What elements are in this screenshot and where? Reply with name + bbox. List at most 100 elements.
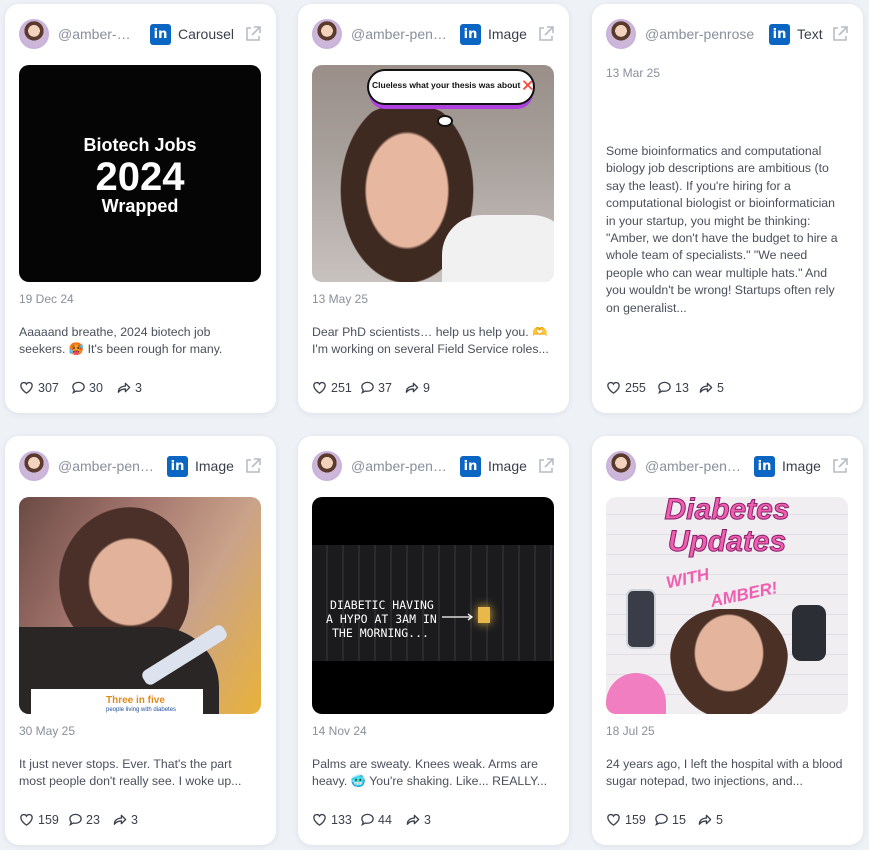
- comments-count: 30: [89, 381, 103, 395]
- external-link-icon[interactable]: [244, 25, 262, 43]
- share-icon: [699, 382, 713, 393]
- share-icon: [117, 382, 131, 393]
- linkedin-icon: in: [754, 456, 775, 477]
- external-link-icon[interactable]: [244, 457, 262, 475]
- post-media-image[interactable]: Diabetes Updates WITH AMBER!: [606, 497, 848, 714]
- post-media-carousel[interactable]: Biotech Jobs 2024 Wrapped: [19, 65, 261, 282]
- heart-icon: [313, 813, 326, 826]
- post-date: 13 May 25: [312, 292, 369, 306]
- photo-shirt: [442, 215, 554, 282]
- comment-icon: [69, 813, 82, 827]
- video-caption-line1: DIABETIC HAVING: [330, 598, 434, 612]
- media-title-line4: AMBER!: [708, 578, 780, 611]
- comments-count: 44: [378, 813, 392, 827]
- post-type-label: Carousel: [178, 26, 235, 42]
- post-card[interactable]: @amber-penrose in Image Three in five pe…: [5, 436, 276, 845]
- author-handle: @amber-penrose: [645, 458, 745, 474]
- author-handle: @amber-penrose: [351, 458, 451, 474]
- avatar: [312, 451, 342, 481]
- shares-count: 9: [423, 381, 430, 395]
- likes-count: 307: [38, 381, 59, 395]
- post-header: @amber-penrose in Carousel: [19, 19, 262, 49]
- linkedin-icon: in: [460, 24, 481, 45]
- media-title-line1: Diabetes: [664, 497, 790, 527]
- avatar: [19, 451, 49, 481]
- post-card[interactable]: @amber-penrose in Image DIABETIC HAVING …: [298, 436, 569, 845]
- avatar: [606, 451, 636, 481]
- post-text: Some bioinformatics and computational bi…: [606, 144, 838, 315]
- heart-icon: [20, 381, 33, 394]
- avatar: [19, 19, 49, 49]
- comment-icon: [658, 381, 671, 395]
- comment-icon: [655, 813, 668, 827]
- avatar: [606, 19, 636, 49]
- post-type-label: Image: [782, 458, 821, 474]
- heart-icon: [313, 381, 326, 394]
- post-date: 14 Nov 24: [312, 724, 367, 738]
- photo-person: [670, 609, 788, 714]
- comments-count: 37: [378, 381, 392, 395]
- post-card[interactable]: @amber-penrose in Image Clueless what yo…: [298, 4, 569, 413]
- post-date: 30 May 25: [19, 724, 76, 738]
- likes-count: 159: [38, 813, 59, 827]
- linkedin-icon: in: [167, 456, 188, 477]
- comments-count: 13: [675, 381, 689, 395]
- comment-icon: [72, 381, 85, 395]
- comment-icon: [361, 813, 374, 827]
- post-text: Dear PhD scientists… help us help you. 🫶…: [312, 325, 549, 357]
- shares-count: 3: [131, 813, 138, 827]
- external-link-icon[interactable]: [537, 25, 555, 43]
- post-date: 19 Dec 24: [19, 292, 74, 306]
- post-media-image[interactable]: Clueless what your thesis was about ❌: [312, 65, 554, 282]
- shares-count: 3: [424, 813, 431, 827]
- external-link-icon[interactable]: [831, 457, 849, 475]
- share-icon: [405, 382, 419, 393]
- video-caption-line3: THE MORNING...: [332, 626, 429, 640]
- post-date: 13 Mar 25: [606, 66, 661, 80]
- post-text: It just never stops. Ever. That's the pa…: [19, 757, 242, 789]
- shares-count: 3: [135, 381, 142, 395]
- thought-bubble-dot: [437, 115, 453, 127]
- media-title-line1: Biotech Jobs: [83, 135, 197, 155]
- author-handle: @amber-penrose: [58, 26, 138, 42]
- photo-device: [792, 605, 826, 661]
- post-card[interactable]: @amber-penrose in Image Diabetes Updates…: [592, 436, 863, 845]
- post-type-label: Image: [488, 458, 527, 474]
- media-title-line3: Wrapped: [101, 196, 179, 216]
- shares-count: 5: [717, 381, 724, 395]
- post-header: @amber-penrose in Image: [19, 451, 262, 481]
- author-handle: @amber-penrose: [351, 26, 451, 42]
- video-caption-line2: A HYPO AT 3AM IN: [326, 612, 437, 626]
- infographic-headline: Three in five: [106, 695, 165, 706]
- author-handle: @amber-penrose: [645, 26, 755, 42]
- post-type-label: Image: [195, 458, 234, 474]
- likes-count: 251: [331, 381, 352, 395]
- post-header: @amber-penrose in Image: [312, 19, 555, 49]
- heart-icon: [20, 813, 33, 826]
- photo-phone: [626, 589, 656, 649]
- post-type-label: Image: [488, 26, 527, 42]
- post-media-video[interactable]: DIABETIC HAVING A HYPO AT 3AM IN THE MOR…: [312, 497, 554, 714]
- linkedin-icon: in: [150, 24, 171, 45]
- arrow-icon: [442, 613, 474, 621]
- shares-count: 5: [716, 813, 723, 827]
- comments-count: 23: [86, 813, 100, 827]
- media-title-line2: Updates: [667, 525, 787, 559]
- video-window-light: [478, 607, 490, 623]
- external-link-icon[interactable]: [831, 25, 849, 43]
- infographic-subtext: people living with diabetes: [106, 707, 177, 713]
- post-text: Aaaaand breathe, 2024 biotech job seeker…: [19, 325, 223, 360]
- post-media-image[interactable]: Three in five people living with diabete…: [19, 497, 261, 714]
- heart-icon: [607, 813, 620, 826]
- linkedin-icon: in: [769, 24, 790, 45]
- post-header: @amber-penrose in Text: [606, 19, 849, 49]
- post-type-label: Text: [797, 26, 823, 42]
- external-link-icon[interactable]: [537, 457, 555, 475]
- photo-cushion: [606, 673, 666, 714]
- post-card[interactable]: @amber-penrose in Carousel Biotech Jobs …: [5, 4, 276, 413]
- post-card[interactable]: @amber-penrose in Text 13 Mar 25 Some bi…: [592, 4, 863, 413]
- comments-count: 15: [672, 813, 686, 827]
- media-title-line2: 2024: [95, 155, 185, 199]
- avatar: [312, 19, 342, 49]
- likes-count: 133: [331, 813, 352, 827]
